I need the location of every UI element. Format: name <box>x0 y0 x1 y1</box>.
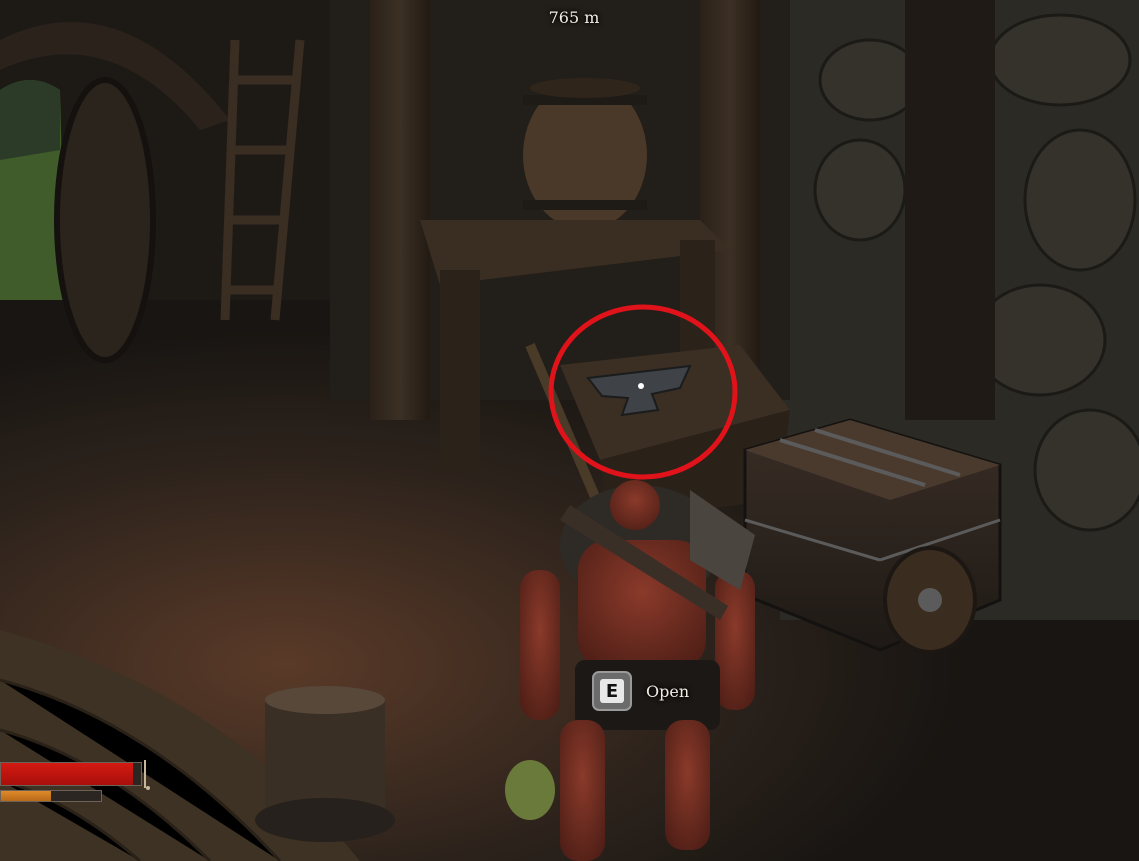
tree-stump <box>255 686 395 842</box>
health-bar <box>0 762 142 786</box>
bar-cap-icon <box>144 760 150 790</box>
health-bar-fill <box>1 763 133 785</box>
wooden-pillar <box>370 0 430 420</box>
barrel-icon <box>523 78 647 230</box>
prompt-action-label: Open <box>646 681 690 701</box>
player-status-bars <box>0 760 160 810</box>
game-viewport[interactable] <box>0 0 1139 861</box>
shield-icon <box>883 546 977 654</box>
interaction-prompt[interactable]: E Open <box>592 669 689 713</box>
key-e-badge: E <box>592 671 632 711</box>
cart-wheel <box>54 77 156 363</box>
creature <box>505 760 555 820</box>
crosshair-icon <box>638 383 644 389</box>
key-label: E <box>600 679 624 703</box>
distance-marker: 765 m <box>548 8 600 27</box>
stamina-bar-fill <box>1 791 51 801</box>
stamina-bar <box>0 790 102 802</box>
